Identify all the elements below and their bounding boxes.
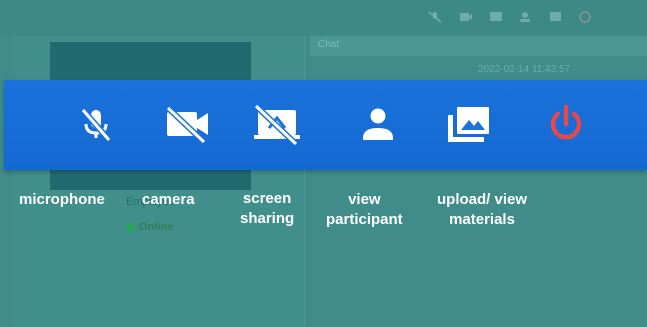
- mini-person-icon: [520, 12, 530, 22]
- caption-line: participant: [326, 210, 403, 228]
- camera-toggle-button[interactable]: [159, 96, 215, 152]
- caption-line: screen: [242, 190, 292, 207]
- caption-camera: camera: [142, 190, 195, 210]
- person-icon: [363, 108, 393, 140]
- caption-screen-sharing: screen sharing: [240, 189, 294, 229]
- camera-off-icon: [165, 105, 208, 145]
- mini-camera-off-icon: [460, 13, 472, 21]
- caption-view-participant: view participant: [326, 190, 403, 230]
- background-topbar: [0, 0, 647, 36]
- background-chat-title: Chat: [318, 39, 340, 50]
- mini-microphone-off-icon: [428, 11, 442, 23]
- online-status-dot: [126, 222, 135, 232]
- caption-line: sharing: [240, 209, 295, 227]
- microphone-toggle-button[interactable]: [68, 96, 124, 152]
- leave-meeting-button[interactable]: [538, 96, 594, 152]
- caption-line: upload/ view: [437, 191, 528, 208]
- mini-power-icon: [579, 11, 591, 23]
- microphone-off-icon: [80, 108, 112, 142]
- background-chat-header: [310, 36, 647, 56]
- background-status: Online: [126, 221, 173, 233]
- upload-view-materials-button[interactable]: [440, 96, 496, 152]
- view-participant-button[interactable]: [350, 96, 406, 152]
- status-text: Online: [139, 221, 174, 233]
- screen-share-toggle-button[interactable]: [249, 96, 305, 152]
- mini-screen-off-icon: [490, 12, 502, 21]
- mini-image-library-icon: [550, 12, 561, 21]
- caption-microphone: microphone: [19, 190, 105, 210]
- caption-text: camera: [142, 191, 195, 208]
- caption-line: view: [348, 191, 381, 208]
- power-icon: [550, 104, 582, 140]
- screen-share-off-icon: [253, 103, 300, 146]
- caption-upload-materials: upload/ view materials: [437, 190, 527, 230]
- background-chat-timestamp: 2022-02-14 11:43:57: [478, 64, 571, 75]
- image-library-icon: [448, 107, 489, 142]
- caption-line: materials: [449, 210, 515, 228]
- caption-text: microphone: [19, 191, 105, 208]
- meeting-toolbar: [4, 80, 647, 170]
